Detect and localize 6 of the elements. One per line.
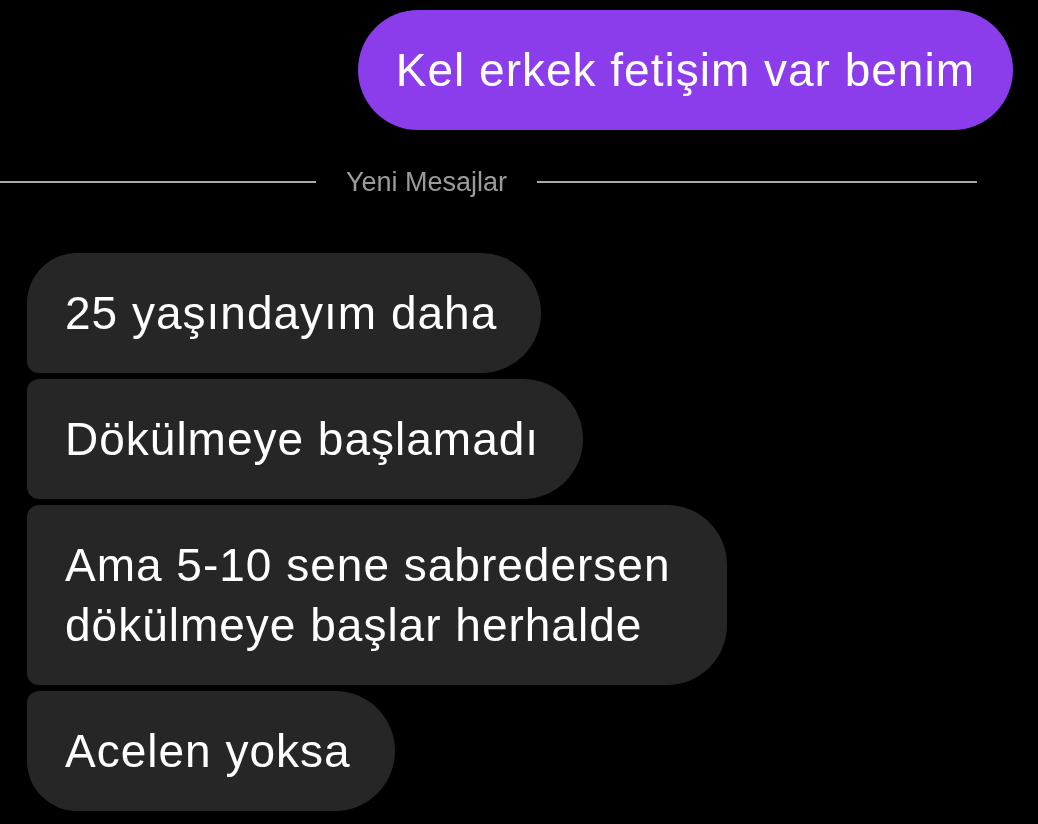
received-message-bubble: Ama 5-10 sene sabredersen dökülmeye başlar herhalde [27,505,727,685]
received-message-bubble: 25 yaşındayım daha [27,253,542,373]
new-messages-label: Yeni Mesajlar [345,166,509,199]
received-message-bubble: Dökülmeye başlamadı [27,379,584,499]
received-message-bubble: Acelen yoksa [27,691,395,811]
sent-message-bubble: Kel erkek fetişim var benim [357,10,1013,130]
